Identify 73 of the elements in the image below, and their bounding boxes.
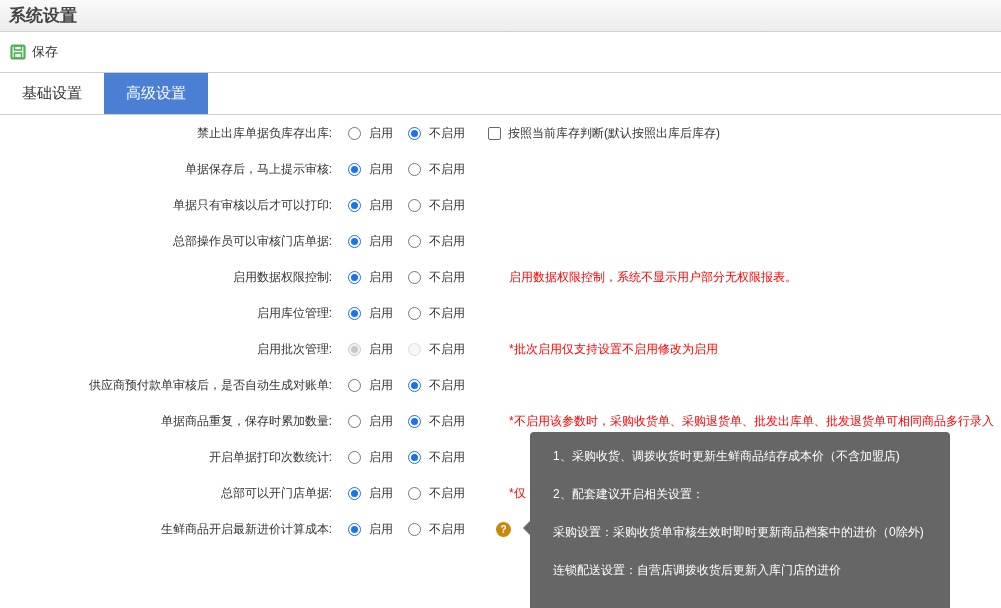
setting-label: 启用数据权限控制:: [231, 269, 333, 286]
window-title: 系统设置: [9, 4, 77, 27]
radio-button[interactable]: [408, 126, 421, 140]
option-label: 启用: [369, 125, 393, 142]
option-label: 启用: [369, 341, 393, 358]
save-button[interactable]: 保存: [10, 42, 58, 62]
setting-label: 总部可以开门店单据:: [219, 485, 333, 502]
save-icon: [10, 44, 26, 60]
checkbox[interactable]: [488, 126, 501, 140]
setting-label: 启用库位管理:: [255, 305, 333, 322]
option-label: 启用: [369, 449, 393, 466]
option-label: 不启用: [429, 485, 465, 502]
setting-label: 总部操作员可以审核门店单据:: [171, 233, 333, 250]
option-label: 不启用: [429, 413, 465, 430]
setting-label: 单据只有审核以后才可以打印:: [171, 197, 333, 214]
radio-button[interactable]: [408, 234, 421, 248]
option-label: 启用: [369, 521, 393, 538]
radio-button[interactable]: [348, 270, 361, 284]
radio-button[interactable]: [408, 162, 421, 176]
tooltip-text: 连锁配送设置：自营店调拨收货后更新入库门店的进价: [553, 562, 842, 579]
setting-label: 单据保存后，马上提示审核:: [183, 161, 333, 178]
option-label: 不启用: [429, 377, 465, 394]
tooltip-text: 2、配套建议开启相关设置：: [553, 486, 705, 503]
option-label: 启用: [369, 269, 393, 286]
option-label: 不启用: [429, 269, 465, 286]
radio-button[interactable]: [408, 306, 421, 320]
setting-label: 供应商预付款单审核后，是否自动生成对账单:: [87, 377, 333, 394]
option-label: 不启用: [429, 197, 465, 214]
radio-button[interactable]: [348, 306, 361, 320]
option-label: 启用: [369, 377, 393, 394]
tab[interactable]: 高级设置: [104, 73, 208, 114]
setting-label: 生鲜商品开启最新进价计算成本:: [159, 521, 333, 538]
option-label: 不启用: [429, 305, 465, 322]
note-text: *仅: [508, 485, 526, 502]
tooltip-text: 采购设置：采购收货单审核生效时即时更新商品档案中的进价（0除外): [553, 524, 925, 541]
option-label: 不启用: [429, 521, 465, 538]
radio-button[interactable]: [408, 270, 421, 284]
radio-button[interactable]: [408, 450, 421, 464]
option-label: 启用: [369, 161, 393, 178]
radio-button[interactable]: [348, 234, 361, 248]
note-text: *不启用该参数时，采购收货单、采购退货单、批发出库单、批发退货单可相同商品多行录入: [508, 413, 994, 430]
tab[interactable]: 基础设置: [0, 73, 104, 114]
setting-label: 开启单据打印次数统计:: [207, 449, 333, 466]
radio-button[interactable]: [348, 522, 361, 536]
option-label: 不启用: [429, 341, 465, 358]
option-label: 启用: [369, 197, 393, 214]
tooltip-text: 1、采购收货、调拨收货时更新生鲜商品结存成本价（不含加盟店): [553, 448, 901, 465]
note-text: *批次启用仅支持设置不启用修改为启用: [508, 341, 718, 358]
radio-button[interactable]: [348, 450, 361, 464]
option-label: 启用: [369, 413, 393, 430]
radio-button[interactable]: [348, 378, 361, 392]
option-label: 启用: [369, 233, 393, 250]
setting-label: 禁止出库单据负库存出库:: [195, 125, 333, 142]
radio-button[interactable]: [408, 522, 421, 536]
option-label: 不启用: [429, 161, 465, 178]
radio-button[interactable]: [408, 414, 421, 428]
radio-button[interactable]: [348, 126, 361, 140]
radio-button[interactable]: [348, 198, 361, 212]
radio-button[interactable]: [348, 414, 361, 428]
radio-button[interactable]: [348, 162, 361, 176]
radio-button[interactable]: [408, 198, 421, 212]
setting-label: 单据商品重复，保存时累加数量:: [159, 413, 333, 430]
option-label: 不启用: [429, 125, 465, 142]
checkbox-label: 按照当前库存判断(默认按照出库后库存): [508, 125, 720, 142]
option-label: 不启用: [429, 233, 465, 250]
note-text: 启用数据权限控制，系统不显示用户部分无权限报表。: [508, 269, 797, 286]
option-label: 不启用: [429, 449, 465, 466]
option-label: 启用: [369, 305, 393, 322]
radio-button[interactable]: [408, 486, 421, 500]
radio-button[interactable]: [348, 486, 361, 500]
option-label: 启用: [369, 485, 393, 502]
setting-label: 启用批次管理:: [255, 341, 333, 358]
radio-button[interactable]: [408, 378, 421, 392]
